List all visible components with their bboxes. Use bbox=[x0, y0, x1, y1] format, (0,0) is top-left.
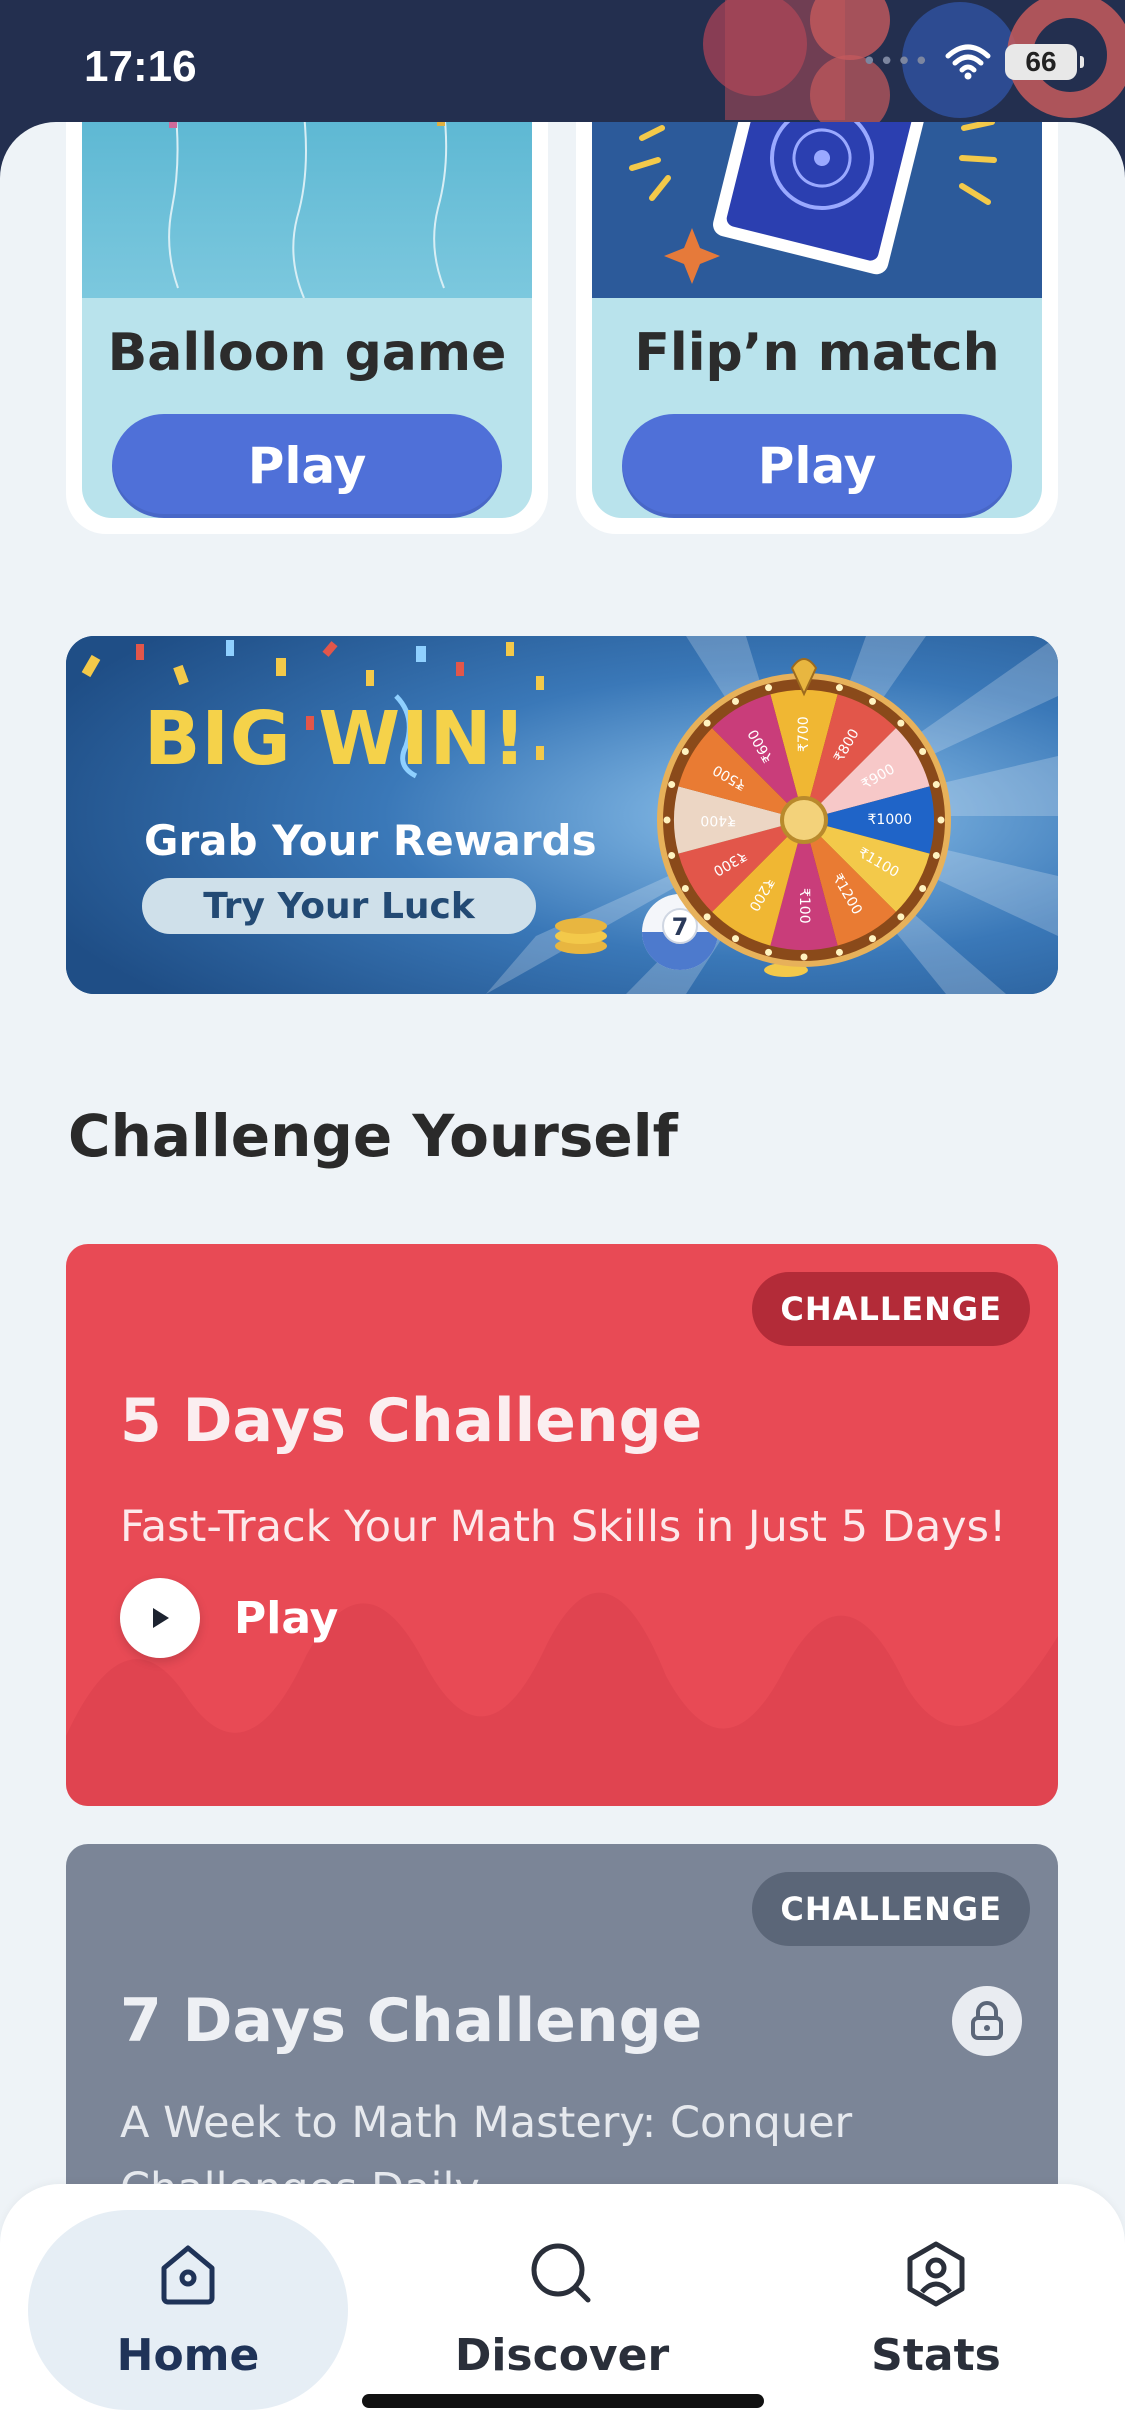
tab-stats[interactable]: Stats bbox=[776, 2210, 1096, 2410]
play-button[interactable]: Play bbox=[112, 414, 502, 518]
home-content[interactable]: Balloon game Play Flip’n match Play BIG … bbox=[0, 122, 1125, 2436]
wheel-value-label: ₹700 bbox=[796, 716, 812, 752]
wheel-light bbox=[668, 851, 676, 859]
wheel-light bbox=[835, 948, 843, 956]
challenge-card-5-days[interactable]: CHALLENGE 5 Days Challenge Fast-Track Yo… bbox=[66, 1244, 1058, 1806]
lock-icon bbox=[952, 1986, 1022, 2056]
wheel-light bbox=[869, 935, 876, 943]
prize-wheel[interactable]: ₹700 ₹800₹900₹1000₹1100₹1200₹100₹200₹300₹… bbox=[654, 658, 954, 968]
wheel-light bbox=[897, 913, 905, 921]
wheel-light bbox=[703, 913, 711, 921]
challenge-title: 7 Days Challenge bbox=[120, 1986, 703, 2056]
try-your-luck-button[interactable]: Try Your Luck bbox=[142, 878, 536, 934]
wheel-value-label: ₹1000 bbox=[868, 812, 913, 828]
play-button[interactable]: Play bbox=[622, 414, 1012, 518]
game-card-flip-match[interactable]: Flip’n match Play bbox=[576, 122, 1058, 534]
tab-discover[interactable]: Discover bbox=[402, 2210, 722, 2410]
tab-label: Stats bbox=[871, 2330, 1001, 2381]
battery-indicator: 66 bbox=[1005, 44, 1084, 80]
card-game-art bbox=[592, 122, 1042, 298]
wheel-light bbox=[835, 684, 843, 692]
wheel-value-label: ₹100 bbox=[796, 888, 812, 924]
wheel-light bbox=[919, 885, 927, 892]
wheel-light bbox=[800, 953, 808, 961]
game-title: Flip’n match bbox=[634, 323, 1000, 383]
big-win-banner[interactable]: BIG WIN! Grab Your Rewards Try Your Luck… bbox=[66, 636, 1058, 994]
wheel-light bbox=[668, 781, 676, 789]
wheel-light bbox=[932, 781, 940, 789]
challenge-play-button[interactable]: Play bbox=[120, 1578, 338, 1658]
game-card-balloon[interactable]: Balloon game Play bbox=[66, 122, 548, 534]
challenge-title: 5 Days Challenge bbox=[120, 1386, 703, 1456]
challenge-badge: CHALLENGE bbox=[752, 1272, 1030, 1346]
banner-headline: BIG WIN! bbox=[144, 696, 528, 782]
tab-home[interactable]: Home bbox=[28, 2210, 348, 2410]
tab-label: Home bbox=[116, 2330, 260, 2381]
section-title: Challenge Yourself bbox=[68, 1102, 678, 1170]
home-icon bbox=[161, 2245, 215, 2305]
search-icon bbox=[531, 2243, 591, 2303]
wheel-light bbox=[732, 935, 739, 943]
profile-icon bbox=[907, 2241, 965, 2307]
status-time: 17:16 bbox=[84, 42, 197, 91]
signal-dots-icon: •••• bbox=[861, 47, 931, 77]
status-bar: 17:16 •••• 66 bbox=[0, 0, 1125, 140]
home-indicator bbox=[362, 2394, 764, 2408]
status-icons: •••• 66 bbox=[861, 44, 1084, 80]
play-label: Play bbox=[234, 1592, 339, 1644]
play-icon[interactable] bbox=[120, 1578, 200, 1658]
tab-label: Discover bbox=[454, 2330, 670, 2381]
wheel-hub bbox=[780, 796, 828, 844]
wheel-value-label: ₹400 bbox=[700, 812, 736, 828]
balloon-game-art bbox=[82, 122, 532, 298]
game-title: Balloon game bbox=[107, 323, 507, 383]
wheel-light bbox=[681, 748, 689, 755]
wheel-light bbox=[732, 697, 739, 705]
challenge-subtitle: Fast-Track Your Math Skills in Just 5 Da… bbox=[120, 1502, 1007, 1552]
wheel-light bbox=[765, 948, 773, 956]
challenge-badge: CHALLENGE bbox=[752, 1872, 1030, 1946]
wheel-light bbox=[663, 816, 671, 824]
wheel-light bbox=[919, 748, 927, 755]
banner-subtitle: Grab Your Rewards bbox=[144, 816, 597, 865]
wheel-light bbox=[937, 816, 945, 824]
wheel-light bbox=[703, 719, 711, 727]
wheel-light bbox=[932, 851, 940, 859]
wheel-light bbox=[765, 684, 773, 692]
wheel-light bbox=[897, 719, 905, 727]
wheel-light bbox=[681, 885, 689, 892]
wifi-icon bbox=[945, 44, 991, 80]
wheel-light bbox=[869, 697, 876, 705]
